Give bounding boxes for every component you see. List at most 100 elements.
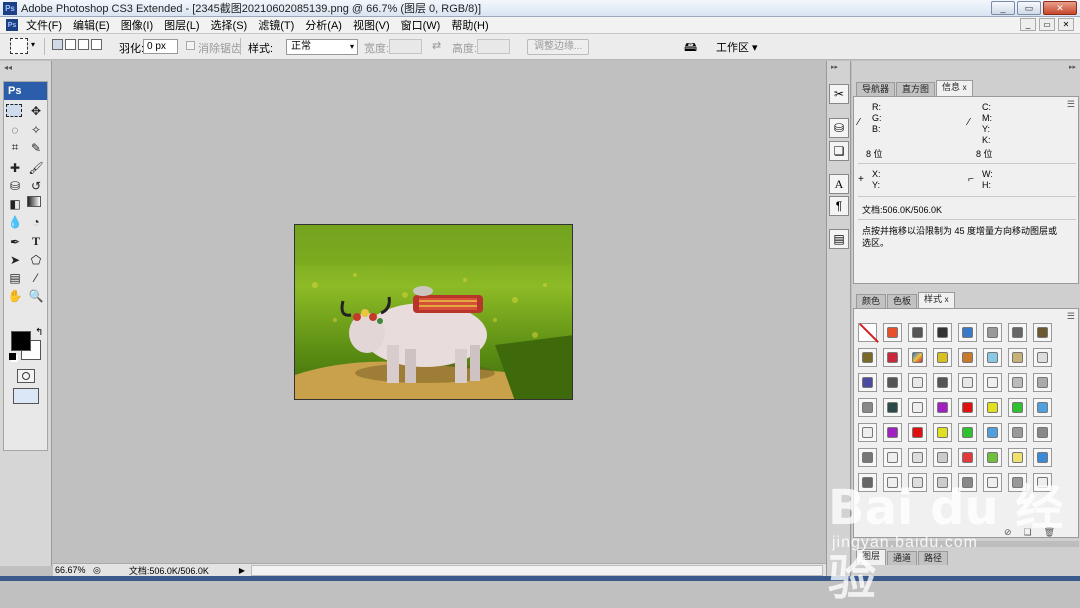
style-swatch[interactable] (933, 323, 952, 342)
style-swatch[interactable] (958, 448, 977, 467)
blur-tool-icon[interactable]: 💧 (6, 214, 24, 229)
style-swatch[interactable] (983, 323, 1002, 342)
slice-tool-icon[interactable]: ✎ (27, 140, 45, 155)
close-tab-icon[interactable]: x (945, 295, 949, 304)
delete-style-icon[interactable]: 🗑 (1044, 527, 1055, 538)
panel-collapse-icon[interactable]: ▸▸ (1069, 63, 1076, 71)
tab-channels[interactable]: 通道 (887, 551, 918, 565)
menu-help[interactable]: 帮助(H) (451, 17, 488, 33)
width-input[interactable] (389, 39, 422, 54)
style-swatch[interactable] (933, 373, 952, 392)
tab-info[interactable]: 信息 x (936, 80, 973, 96)
style-swatch[interactable] (1033, 373, 1052, 392)
style-swatch[interactable] (1033, 423, 1052, 442)
style-swatch[interactable] (908, 448, 927, 467)
zoom-level[interactable]: 66.67% (55, 565, 89, 575)
style-select[interactable]: 正常 ▾ (286, 39, 358, 55)
style-swatch[interactable] (908, 398, 927, 417)
height-input[interactable] (477, 39, 510, 54)
brushes-panel-icon[interactable]: ⛁ (829, 118, 849, 138)
style-swatch[interactable] (983, 473, 1002, 492)
style-swatch[interactable] (983, 348, 1002, 367)
gradient-tool-icon[interactable] (27, 196, 41, 207)
tab-color[interactable]: 颜色 (856, 294, 887, 308)
tab-styles[interactable]: 样式 x (918, 292, 955, 308)
restore-button[interactable]: ▭ (1017, 1, 1041, 15)
style-swatch[interactable] (933, 473, 952, 492)
doc-close-icon[interactable]: ✕ (1058, 18, 1074, 31)
menu-view[interactable]: 视图(V) (353, 17, 390, 33)
quick-mask-icon[interactable] (17, 369, 35, 383)
style-swatch[interactable] (1033, 323, 1052, 342)
minimize-button[interactable]: _ (991, 1, 1015, 15)
subtract-selection-icon[interactable] (78, 39, 89, 50)
eyedropper-tool-icon[interactable]: ⁄ (27, 270, 45, 285)
expand-arrows-icon[interactable]: ▸▸ (831, 63, 838, 71)
photoshop-menu-icon[interactable]: Ps (6, 19, 18, 31)
style-swatch[interactable] (908, 348, 927, 367)
panel-menu-icon[interactable]: ☰ (1067, 311, 1075, 322)
character-panel-icon[interactable]: A (829, 174, 849, 194)
style-swatch[interactable] (858, 423, 877, 442)
style-swatch[interactable] (1033, 398, 1052, 417)
menu-window[interactable]: 窗口(W) (401, 17, 441, 33)
document-canvas-area[interactable] (53, 61, 826, 563)
clone-stamp-tool-icon[interactable]: ⛁ (6, 178, 24, 193)
clone-source-icon[interactable]: ❏ (829, 141, 849, 161)
close-button[interactable]: ✕ (1043, 1, 1077, 15)
style-swatch[interactable] (1033, 348, 1052, 367)
hand-tool-icon[interactable]: ✋ (6, 288, 24, 303)
style-swatch[interactable] (908, 373, 927, 392)
style-swatch[interactable] (883, 473, 902, 492)
style-swatch[interactable] (958, 473, 977, 492)
new-style-icon[interactable]: ❏ (1024, 527, 1032, 538)
style-swatch[interactable] (983, 398, 1002, 417)
bridge-icon[interactable]: 🖴 (684, 38, 697, 60)
style-swatch[interactable] (1033, 448, 1052, 467)
style-swatch[interactable] (908, 473, 927, 492)
tab-histogram[interactable]: 直方图 (896, 82, 936, 96)
style-swatch[interactable] (1008, 398, 1027, 417)
document-image-yak-in-field[interactable] (294, 224, 573, 400)
magic-wand-tool-icon[interactable]: ✧ (27, 122, 45, 137)
marquee-preset-icon[interactable] (10, 38, 28, 54)
close-tab-icon[interactable]: x (963, 83, 967, 92)
antialias-checkbox[interactable] (186, 41, 195, 50)
style-swatch[interactable] (1008, 348, 1027, 367)
crop-tool-icon[interactable]: ⌗ (6, 140, 24, 155)
swap-dimensions-icon[interactable]: ⇄ (432, 39, 441, 52)
style-swatch-none[interactable] (858, 323, 879, 343)
tab-swatches[interactable]: 色板 (887, 294, 918, 308)
doc-restore-icon[interactable]: ▭ (1039, 18, 1055, 31)
style-swatch[interactable] (883, 373, 902, 392)
menu-layer[interactable]: 图层(L) (164, 17, 199, 33)
rect-marquee-tool-icon[interactable] (6, 104, 22, 117)
style-swatch[interactable] (1008, 323, 1027, 342)
style-swatch[interactable] (933, 423, 952, 442)
pen-tool-icon[interactable]: ✒ (6, 234, 24, 249)
style-swatch[interactable] (958, 373, 977, 392)
foreground-color-front[interactable] (11, 331, 31, 351)
style-swatch[interactable] (1008, 473, 1027, 492)
doc-minimize-icon[interactable]: _ (1020, 18, 1036, 31)
style-swatch[interactable] (883, 323, 902, 342)
style-swatch[interactable] (1008, 448, 1027, 467)
dodge-tool-icon[interactable]: ◔ (27, 214, 45, 229)
zoom-tool-icon[interactable]: 🔍 (27, 288, 45, 303)
style-swatch[interactable] (933, 448, 952, 467)
tab-layers[interactable]: 图层 (856, 549, 887, 565)
style-swatch[interactable] (1008, 373, 1027, 392)
style-swatch[interactable] (1008, 423, 1027, 442)
paragraph-panel-icon[interactable]: ¶ (829, 196, 849, 216)
style-swatch[interactable] (883, 423, 902, 442)
menu-edit[interactable]: 编辑(E) (73, 17, 110, 33)
style-swatch[interactable] (933, 398, 952, 417)
style-swatch[interactable] (883, 398, 902, 417)
default-colors-icon[interactable] (9, 353, 16, 360)
style-swatch[interactable] (908, 323, 927, 342)
collapse-arrows-icon[interactable]: ◂◂ (4, 63, 12, 72)
layer-comps-icon[interactable]: ▤ (829, 229, 849, 249)
style-swatch[interactable] (958, 423, 977, 442)
eraser-tool-icon[interactable]: ◧ (6, 196, 24, 211)
menu-filter[interactable]: 滤镜(T) (258, 17, 294, 33)
